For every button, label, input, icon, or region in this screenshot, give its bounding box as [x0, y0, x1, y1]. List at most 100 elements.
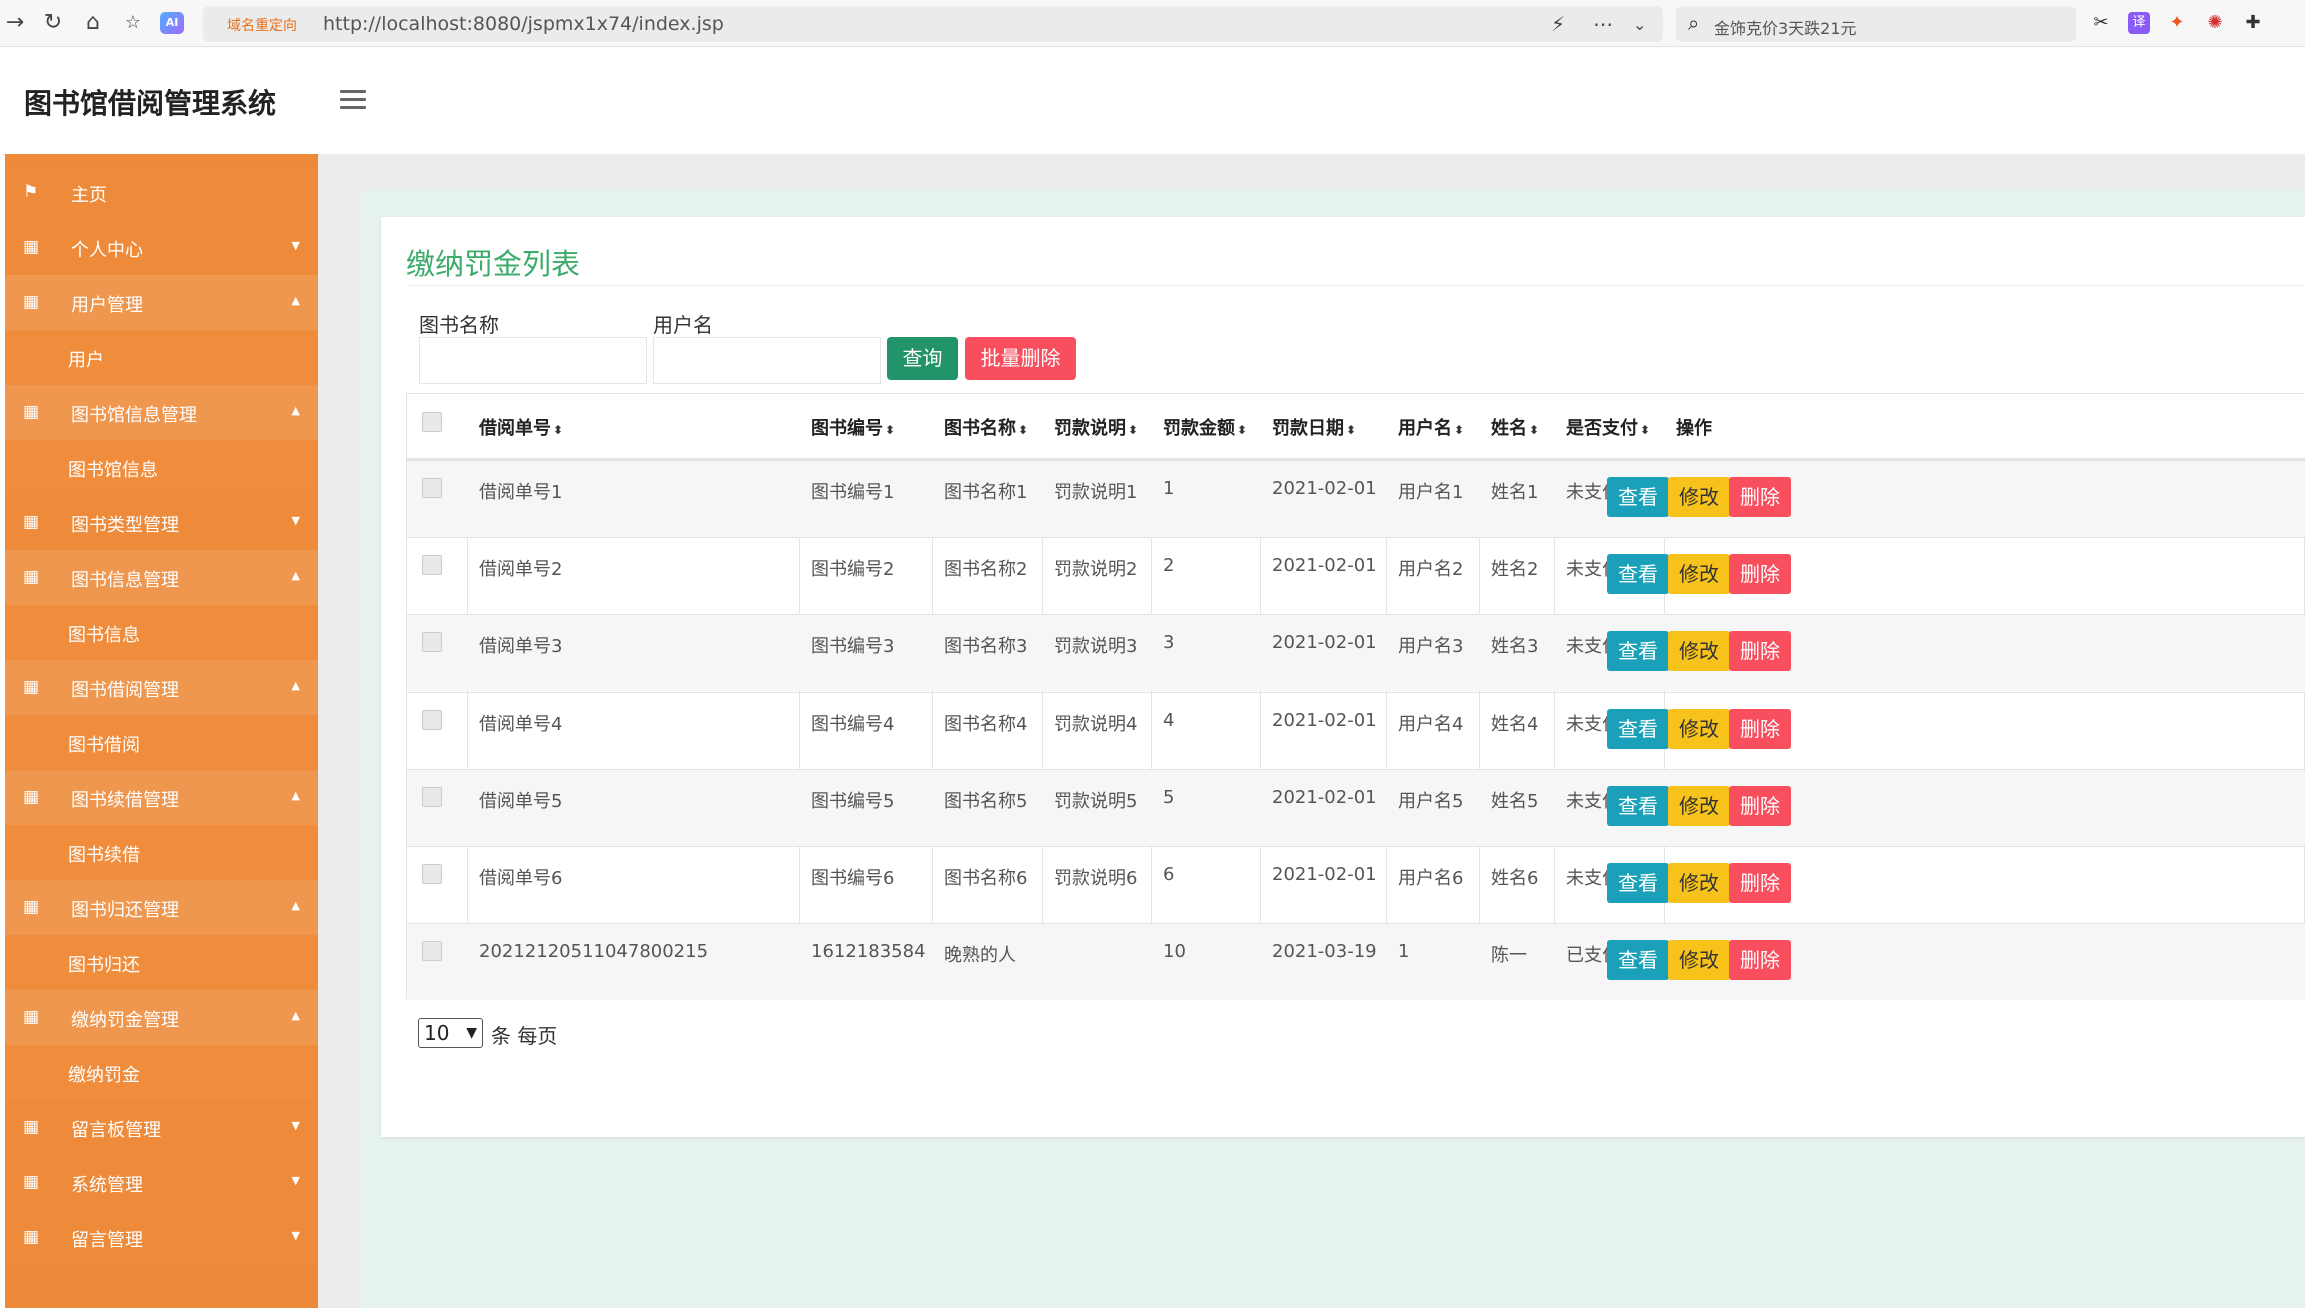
- reload-icon[interactable]: ↻: [40, 10, 66, 36]
- delete-button[interactable]: 删除: [1729, 863, 1791, 903]
- scissors-icon[interactable]: ✂: [2090, 12, 2112, 34]
- menu-toggle-icon[interactable]: [340, 90, 366, 110]
- search-suggestion[interactable]: 金饰克价3天跌21元: [1714, 15, 1857, 39]
- search-button[interactable]: 查询: [887, 337, 958, 380]
- edit-button[interactable]: 修改: [1668, 631, 1730, 672]
- sidebar-item[interactable]: 用户: [5, 330, 318, 385]
- app-icon[interactable]: ✺: [2204, 12, 2226, 34]
- extensions-icon[interactable]: ✚: [2242, 12, 2264, 34]
- chevron-down-icon[interactable]: ⌄: [1633, 15, 1646, 34]
- row-checkbox[interactable]: [422, 709, 442, 730]
- sidebar-item[interactable]: ▦ 图书归还管理 ▲: [5, 880, 318, 935]
- view-button[interactable]: 查看: [1607, 477, 1669, 517]
- sidebar-item[interactable]: ▦ 留言板管理 ▼: [5, 1100, 318, 1155]
- column-header[interactable]: 罚款说明 ⬍: [1054, 414, 1138, 440]
- table-cell: 图书名称5: [944, 790, 1028, 812]
- sidebar-item[interactable]: 图书信息: [5, 605, 318, 660]
- sidebar-item[interactable]: ▦ 缴纳罚金管理 ▲: [5, 990, 318, 1045]
- sidebar-item[interactable]: 图书续借: [5, 825, 318, 880]
- row-checkbox[interactable]: [422, 555, 442, 576]
- sidebar-item-label: 图书信息管理: [71, 570, 179, 591]
- sidebar-item[interactable]: ▦ 图书类型管理 ▼: [5, 495, 318, 550]
- sort-icon[interactable]: ⬍: [1640, 423, 1650, 437]
- delete-button[interactable]: 删除: [1729, 554, 1791, 595]
- edit-button[interactable]: 修改: [1668, 477, 1730, 517]
- column-header[interactable]: 借阅单号 ⬍: [479, 414, 563, 440]
- sidebar-item[interactable]: ▦ 用户管理 ▲: [5, 275, 318, 330]
- column-header[interactable]: 图书编号 ⬍: [811, 414, 895, 440]
- page-size-select[interactable]: 10 ▼: [418, 1018, 483, 1048]
- row-checkbox[interactable]: [422, 632, 442, 653]
- sort-icon[interactable]: ⬍: [1346, 423, 1356, 437]
- delete-button[interactable]: 删除: [1729, 631, 1791, 672]
- view-button[interactable]: 查看: [1607, 785, 1669, 826]
- sort-icon[interactable]: ⬍: [1454, 423, 1464, 437]
- sidebar-item[interactable]: ⚑ 主页: [5, 165, 318, 220]
- more-icon[interactable]: ⋯: [1593, 12, 1613, 36]
- address-bar[interactable]: 域名重定向 http://localhost:8080/jspmx1x74/in…: [203, 6, 1663, 42]
- title-divider: [406, 285, 2305, 286]
- sidebar-item[interactable]: 缴纳罚金: [5, 1045, 318, 1100]
- delete-button[interactable]: 删除: [1729, 785, 1791, 826]
- column-header[interactable]: 罚款日期 ⬍: [1272, 414, 1356, 440]
- username-input[interactable]: [653, 337, 881, 384]
- grid-icon: ▦: [23, 402, 40, 422]
- select-all-checkbox[interactable]: [422, 412, 442, 432]
- caret-down-icon: ▼: [291, 514, 300, 527]
- sidebar-item[interactable]: ▦ 个人中心 ▼: [5, 220, 318, 275]
- sidebar-item[interactable]: 图书借阅: [5, 715, 318, 770]
- delete-button[interactable]: 删除: [1729, 708, 1791, 749]
- edit-button[interactable]: 修改: [1668, 554, 1730, 595]
- edit-button[interactable]: 修改: [1668, 708, 1730, 749]
- sidebar-item[interactable]: 图书馆信息: [5, 440, 318, 495]
- view-button[interactable]: 查看: [1607, 631, 1669, 672]
- sidebar-item-label: 用户: [68, 350, 104, 371]
- book-name-input[interactable]: [419, 337, 647, 384]
- row-checkbox[interactable]: [422, 941, 442, 962]
- column-header[interactable]: 用户名 ⬍: [1398, 414, 1464, 440]
- delete-button[interactable]: 删除: [1729, 940, 1791, 981]
- table-cell: 用户名3: [1398, 636, 1464, 658]
- row-checkbox[interactable]: [422, 786, 442, 807]
- row-checkbox[interactable]: [422, 864, 442, 884]
- column-header[interactable]: 姓名 ⬍: [1491, 414, 1539, 440]
- sidebar-item[interactable]: ▦ 留言管理 ▼: [5, 1210, 318, 1265]
- sidebar-item[interactable]: ▦ 系统管理 ▼: [5, 1155, 318, 1210]
- back-icon[interactable]: →: [2, 10, 28, 36]
- column-header[interactable]: 罚款金额 ⬍: [1163, 414, 1247, 440]
- edit-button[interactable]: 修改: [1668, 863, 1730, 903]
- view-button[interactable]: 查看: [1607, 708, 1669, 749]
- sort-icon[interactable]: ⬍: [1128, 423, 1138, 437]
- sort-icon[interactable]: ⬍: [1237, 423, 1247, 437]
- page-size-value: 10: [424, 1021, 450, 1045]
- view-button[interactable]: 查看: [1607, 554, 1669, 595]
- home-icon[interactable]: ⌂: [80, 10, 106, 36]
- column-header[interactable]: 是否支付 ⬍: [1566, 414, 1650, 440]
- browser-search[interactable]: ⌕ 金饰克价3天跌21元: [1676, 6, 2076, 42]
- edit-button[interactable]: 修改: [1668, 940, 1730, 981]
- batch-delete-button[interactable]: 批量删除: [965, 337, 1076, 380]
- sidebar-item[interactable]: ▦ 图书信息管理 ▲: [5, 550, 318, 605]
- translate-icon[interactable]: 译: [2128, 12, 2150, 34]
- sort-icon[interactable]: ⬍: [1529, 423, 1539, 437]
- view-button[interactable]: 查看: [1607, 940, 1669, 981]
- view-button[interactable]: 查看: [1607, 863, 1669, 903]
- sidebar-item[interactable]: 图书归还: [5, 935, 318, 990]
- edit-button[interactable]: 修改: [1668, 785, 1730, 826]
- lightning-icon[interactable]: ⚡: [1551, 12, 1565, 36]
- sidebar-item[interactable]: ▦ 图书借阅管理 ▲: [5, 660, 318, 715]
- ai-assistant-icon[interactable]: AI: [160, 12, 184, 34]
- game-icon[interactable]: ✦: [2166, 12, 2188, 34]
- table-row: 20212120511047800215 1612183584 晚熟的人 10 2021…: [407, 923, 2305, 1001]
- sort-icon[interactable]: ⬍: [553, 423, 563, 437]
- sidebar-item[interactable]: ▦ 图书馆信息管理 ▲: [5, 385, 318, 440]
- sort-icon[interactable]: ⬍: [885, 423, 895, 437]
- sidebar-item-label: 图书馆信息管理: [71, 405, 197, 426]
- favorites-icon[interactable]: ☆: [120, 10, 146, 36]
- delete-button[interactable]: 删除: [1729, 477, 1791, 517]
- sort-icon[interactable]: ⬍: [1018, 423, 1028, 437]
- sidebar-item[interactable]: ▦ 图书续借管理 ▲: [5, 770, 318, 825]
- url-text[interactable]: http://localhost:8080/jspmx1x74/index.js…: [323, 13, 724, 35]
- row-checkbox[interactable]: [422, 478, 442, 498]
- column-header[interactable]: 图书名称 ⬍: [944, 414, 1028, 440]
